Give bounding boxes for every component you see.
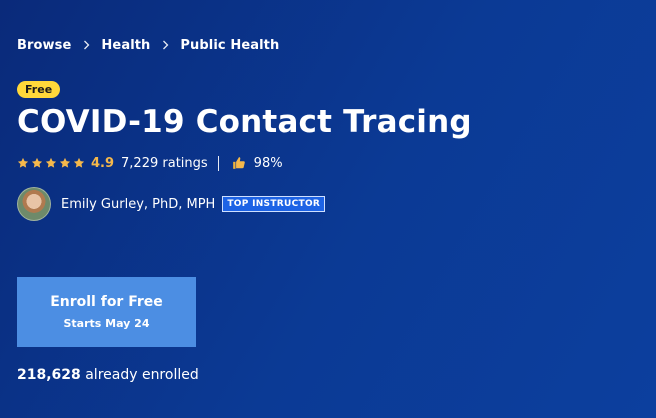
breadcrumb-public-health[interactable]: Public Health [180,38,279,53]
enroll-label: Enroll for Free [50,294,163,310]
star-rating [17,157,85,169]
thumbs-up-icon [232,156,246,170]
star-icon [45,157,57,168]
star-icon [31,157,43,168]
breadcrumb: Browse Health Public Health [17,34,644,56]
ratings-count: 7,229 ratings [121,155,208,171]
star-icon [17,157,29,168]
rating-value: 4.9 [91,155,115,171]
approval-percent: 98% [253,155,283,171]
instructor-avatar[interactable] [17,187,51,221]
enrolled-text: already enrolled [85,367,199,383]
breadcrumb-health[interactable]: Health [101,38,150,53]
free-badge: Free [17,81,61,98]
chevron-right-icon [71,34,101,56]
divider [217,155,219,171]
enrolled-number: 218,628 [17,367,81,383]
enroll-button[interactable]: Enroll for Free Starts May 24 [17,277,196,347]
rating-row: 4.9 7,229 ratings 98% [17,153,644,173]
top-instructor-badge: TOP INSTRUCTOR [222,196,326,212]
enroll-start-date: Starts May 24 [63,317,150,330]
instructor-name[interactable]: Emily Gurley, PhD, MPH [61,197,215,212]
chevron-right-icon [150,34,180,56]
course-header: Browse Health Public Health Free COVID-1… [17,34,644,222]
enrolled-count: 218,628 already enrolled [17,367,199,383]
breadcrumb-browse[interactable]: Browse [17,38,71,53]
star-icon [59,157,71,168]
course-title: COVID-19 Contact Tracing [17,104,472,140]
instructor-row: Emily Gurley, PhD, MPH TOP INSTRUCTOR [17,186,644,222]
star-icon [73,157,85,168]
